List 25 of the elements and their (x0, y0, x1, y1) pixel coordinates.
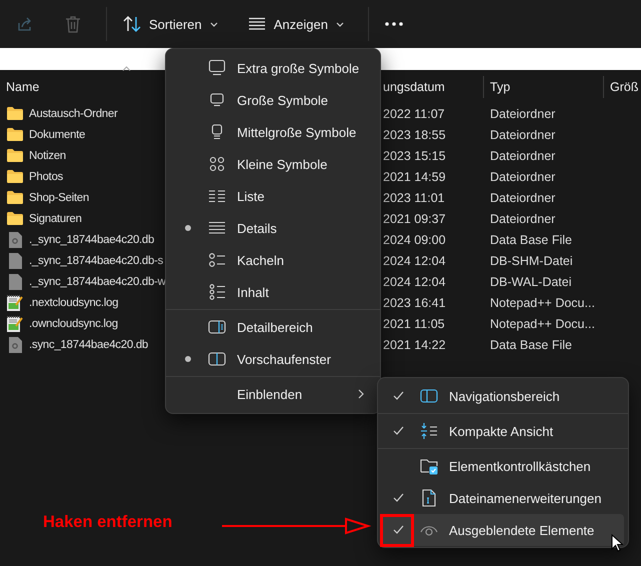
annotation-text: Haken entfernen (43, 513, 172, 532)
type-cell-text: Notepad++ Docu... (489, 316, 596, 330)
date-cell-text: 2023 11:01 (382, 190, 446, 204)
date-cell-text: 2024 09:00 (382, 232, 447, 246)
type-cell-text: Dateiordner (489, 170, 556, 184)
type-cell-text: Dateiordner (489, 212, 556, 226)
date-cell-text: 2021 14:59 (382, 170, 447, 184)
date-cell-text: 2023 18:55 (382, 128, 447, 142)
type-cell-text: DB-SHM-Datei (489, 254, 574, 268)
type-cell-text: Dateiordner (489, 148, 556, 162)
date-cell-text: 2022 11:07 (382, 106, 446, 120)
date-cell-text: 2021 09:37 (382, 212, 447, 226)
type-cell-text: Data Base File (489, 338, 573, 352)
type-cell-text: Dateiordner (489, 190, 556, 204)
type-cell-text: Data Base File (489, 232, 573, 246)
date-cell-text: 2024 12:04 (382, 274, 447, 288)
date-cell-text: 2024 12:04 (382, 254, 447, 268)
type-cell-text: Dateiordner (489, 106, 556, 120)
date-cell-text: 2021 11:05 (382, 316, 446, 330)
date-cell-text: 2023 16:41 (382, 296, 447, 310)
type-cell-text: Notepad++ Docu... (489, 296, 596, 310)
date-cell-text: 2021 14:22 (382, 338, 447, 352)
date-cell-text: 2023 15:15 (382, 148, 447, 162)
type-cell-text: Dateiordner (489, 128, 556, 142)
type-cell-text: DB-WAL-Datei (489, 274, 572, 288)
